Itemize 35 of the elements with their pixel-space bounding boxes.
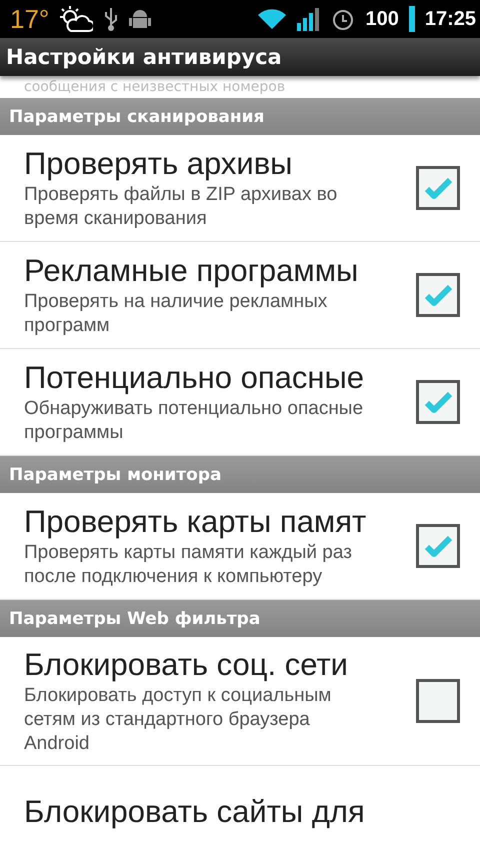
checkmark-icon — [423, 533, 453, 559]
signal-icon — [297, 7, 322, 31]
android-icon — [129, 7, 152, 31]
checkmark-icon — [423, 282, 453, 308]
checkbox[interactable] — [416, 679, 460, 723]
item-title: Проверять карты памят — [24, 503, 368, 541]
battery-icon — [408, 6, 415, 32]
item-summary: Проверять на наличие рекламных программ — [24, 290, 328, 338]
usb-icon — [103, 6, 120, 32]
weather-icon — [59, 5, 94, 33]
item-summary: Проверять файлы в ZIP архивах во время сканирования — [24, 183, 338, 231]
checkmark-icon — [423, 175, 453, 201]
item-title: Блокировать соц. сети — [24, 646, 349, 684]
checkmark-icon — [423, 389, 453, 415]
item-summary: Проверять карты памяти каждый раз после подключения к компьютеру — [24, 541, 353, 589]
clock: 17:25 — [424, 8, 476, 30]
wifi-icon — [257, 7, 288, 31]
item-title: Рекламные программы — [24, 252, 360, 290]
temperature: 17° — [10, 4, 50, 34]
section-header: Параметры Web фильтра — [0, 600, 480, 637]
item-summary: Обнаруживать потенциально опасные программы — [24, 397, 364, 445]
checkbox[interactable] — [416, 273, 460, 317]
section-header: Параметры монитора — [0, 456, 480, 493]
section-header: Параметры сканирования — [0, 98, 480, 135]
checkbox[interactable] — [416, 524, 460, 568]
checkbox[interactable] — [416, 380, 460, 424]
battery-level: 100 — [365, 8, 399, 30]
item-title: Блокировать сайты для — [24, 793, 366, 831]
item-summary: Блокировать доступ к социальным сетям из стандартного браузера Android — [24, 684, 332, 756]
item-title: Потенциально опасные — [24, 359, 365, 397]
item-summary: сообщения с неизвестных номеров — [24, 79, 286, 95]
item-title: Проверять архивы — [24, 145, 294, 183]
window-title: Настройки антивируса — [0, 38, 480, 76]
checkbox[interactable] — [416, 166, 460, 210]
alarm-icon — [331, 7, 356, 31]
